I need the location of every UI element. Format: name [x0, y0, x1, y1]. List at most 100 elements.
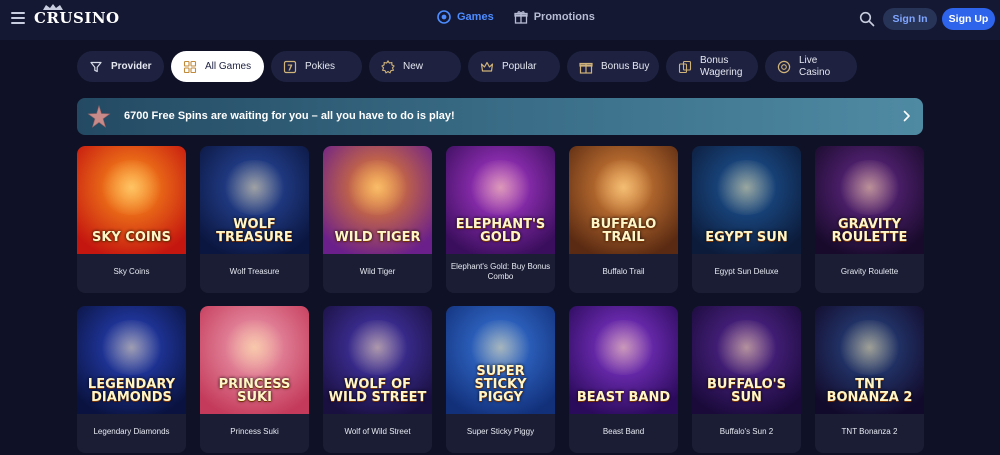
game-art-title: EGYPT SUN: [705, 230, 788, 245]
game-art-title: PRINCESS SUKI: [218, 377, 291, 405]
game-art-title: SUPER STICKY PIGGY: [474, 364, 527, 405]
game-name: Egypt Sun Deluxe: [714, 266, 779, 276]
game-thumbnail[interactable]: PRINCESS SUKI: [200, 306, 309, 414]
game-thumbnail[interactable]: BUFFALO TRAIL: [569, 146, 678, 254]
filter-all-games[interactable]: All Games: [171, 51, 264, 82]
game-art-title: TNT BONANZA 2: [826, 377, 913, 405]
slot-icon: 7: [283, 60, 297, 73]
game-card[interactable]: SKY COINS Sky Coins: [77, 146, 186, 293]
thumbnail-glow: [714, 160, 779, 215]
thumbnail-glow: [222, 320, 287, 375]
game-name: Princess Suki: [230, 426, 279, 436]
game-thumbnail[interactable]: LEGENDARY DIAMONDS: [77, 306, 186, 414]
thumbnail-glow: [345, 320, 410, 375]
game-card[interactable]: BUFFALO TRAIL Buffalo Trail: [569, 146, 678, 293]
svg-text:7: 7: [287, 63, 293, 72]
game-thumbnail[interactable]: EGYPT SUN: [692, 146, 801, 254]
game-card[interactable]: TNT BONANZA 2 TNT Bonanza 2: [815, 306, 924, 453]
games-icon: [437, 10, 451, 24]
game-name: Gravity Roulette: [840, 266, 899, 276]
game-name: Buffalo's Sun 2: [719, 426, 774, 436]
game-card[interactable]: WOLF TREASURE Wolf Treasure: [200, 146, 309, 293]
nav-promotions[interactable]: Promotions: [514, 10, 595, 24]
game-name: Wolf Treasure: [229, 266, 280, 276]
live-casino-icon: [777, 60, 791, 73]
thumbnail-glow: [468, 160, 533, 215]
game-name: Elephant's Gold: Buy Bonus Combo: [450, 261, 551, 281]
game-card[interactable]: WOLF OF WILD STREET Wolf of Wild Street: [323, 306, 432, 453]
filter-new-label: New: [403, 60, 424, 72]
filter-popular[interactable]: Popular: [468, 51, 560, 82]
game-thumbnail[interactable]: ELEPHANT'S GOLD: [446, 146, 555, 254]
game-thumbnail[interactable]: WOLF OF WILD STREET: [323, 306, 432, 414]
gift-icon: [579, 62, 593, 74]
game-art-title: WILD TIGER: [334, 230, 421, 245]
game-card[interactable]: WILD TIGER Wild Tiger: [323, 146, 432, 293]
game-name: Sky Coins: [113, 266, 150, 276]
nav-promotions-label: Promotions: [533, 11, 595, 23]
filter-provider-label: Provider: [111, 60, 152, 72]
game-name: TNT Bonanza 2: [841, 426, 898, 436]
filter-pokies[interactable]: 7 Pokies: [271, 51, 362, 82]
thumbnail-glow: [591, 320, 656, 375]
game-name: Legendary Diamonds: [93, 426, 170, 436]
game-thumbnail[interactable]: TNT BONANZA 2: [815, 306, 924, 414]
filter-bonus-buy-label: Bonus Buy: [601, 60, 650, 72]
game-card[interactable]: GRAVITY ROULETTE Gravity Roulette: [815, 146, 924, 293]
game-name: Beast Band: [602, 426, 645, 436]
game-thumbnail[interactable]: SKY COINS: [77, 146, 186, 254]
game-art-title: ELEPHANT'S GOLD: [455, 217, 546, 245]
wagering-icon: [678, 60, 692, 73]
gift-icon: [514, 11, 528, 24]
game-card[interactable]: BUFFALO'S SUN Buffalo's Sun 2: [692, 306, 801, 453]
game-card[interactable]: BEAST BAND Beast Band: [569, 306, 678, 453]
game-art-title: WOLF OF WILD STREET: [328, 377, 427, 405]
search-icon[interactable]: [859, 11, 875, 27]
filter-bonus-wagering[interactable]: Bonus Wagering: [666, 51, 758, 82]
game-thumbnail[interactable]: BUFFALO'S SUN: [692, 306, 801, 414]
site-logo[interactable]: CRUSINO: [34, 9, 120, 27]
game-name: Wolf of Wild Street: [344, 426, 411, 436]
game-art-title: BUFFALO TRAIL: [590, 217, 657, 245]
game-art-title: LEGENDARY DIAMONDS: [87, 377, 176, 405]
nav-games[interactable]: Games: [437, 10, 494, 24]
filter-popular-label: Popular: [502, 60, 537, 72]
game-art-title: WOLF TREASURE: [216, 217, 293, 245]
game-filter-bar: Provider All Games 7 Pokies New Popular: [77, 51, 857, 82]
filter-provider[interactable]: Provider: [77, 51, 164, 82]
thumbnail-glow: [837, 160, 902, 215]
game-card[interactable]: PRINCESS SUKI Princess Suki: [200, 306, 309, 453]
game-art-title: SKY COINS: [91, 230, 172, 245]
nav-games-label: Games: [457, 11, 494, 23]
game-card[interactable]: SUPER STICKY PIGGY Super Sticky Piggy: [446, 306, 555, 453]
filter-bonus-buy[interactable]: Bonus Buy: [567, 51, 659, 82]
filter-bonus-wagering-label: Bonus Wagering: [700, 54, 743, 78]
game-art-title: BEAST BAND: [576, 390, 671, 405]
sign-in-button[interactable]: Sign In: [883, 8, 937, 30]
game-card[interactable]: ELEPHANT'S GOLD Elephant's Gold: Buy Bonu…: [446, 146, 555, 293]
game-thumbnail[interactable]: BEAST BAND: [569, 306, 678, 414]
thumbnail-glow: [345, 160, 410, 215]
thumbnail-glow: [222, 160, 287, 215]
chevron-right-icon[interactable]: [903, 110, 911, 122]
free-spins-banner[interactable]: 6700 Free Spins are waiting for you – al…: [77, 98, 923, 135]
crown-icon: [480, 61, 494, 72]
filter-pokies-label: Pokies: [305, 60, 336, 72]
top-header: CRUSINO Games Promotions Sign In Sign Up: [0, 0, 1000, 40]
grid-icon: [183, 60, 197, 73]
game-thumbnail[interactable]: SUPER STICKY PIGGY: [446, 306, 555, 414]
game-name: Wild Tiger: [359, 266, 396, 276]
filter-icon: [90, 61, 102, 72]
thumbnail-glow: [99, 160, 164, 215]
hamburger-menu-icon[interactable]: [11, 12, 25, 24]
filter-live-casino[interactable]: Live Casino: [765, 51, 857, 82]
game-thumbnail[interactable]: GRAVITY ROULETTE: [815, 146, 924, 254]
game-card[interactable]: LEGENDARY DIAMONDS Legendary Diamonds: [77, 306, 186, 453]
thumbnail-glow: [714, 320, 779, 375]
game-thumbnail[interactable]: WILD TIGER: [323, 146, 432, 254]
game-card[interactable]: EGYPT SUN Egypt Sun Deluxe: [692, 146, 801, 293]
sign-up-button[interactable]: Sign Up: [942, 8, 995, 30]
game-thumbnail[interactable]: WOLF TREASURE: [200, 146, 309, 254]
banner-text: 6700 Free Spins are waiting for you – al…: [124, 110, 455, 122]
filter-new[interactable]: New: [369, 51, 461, 82]
